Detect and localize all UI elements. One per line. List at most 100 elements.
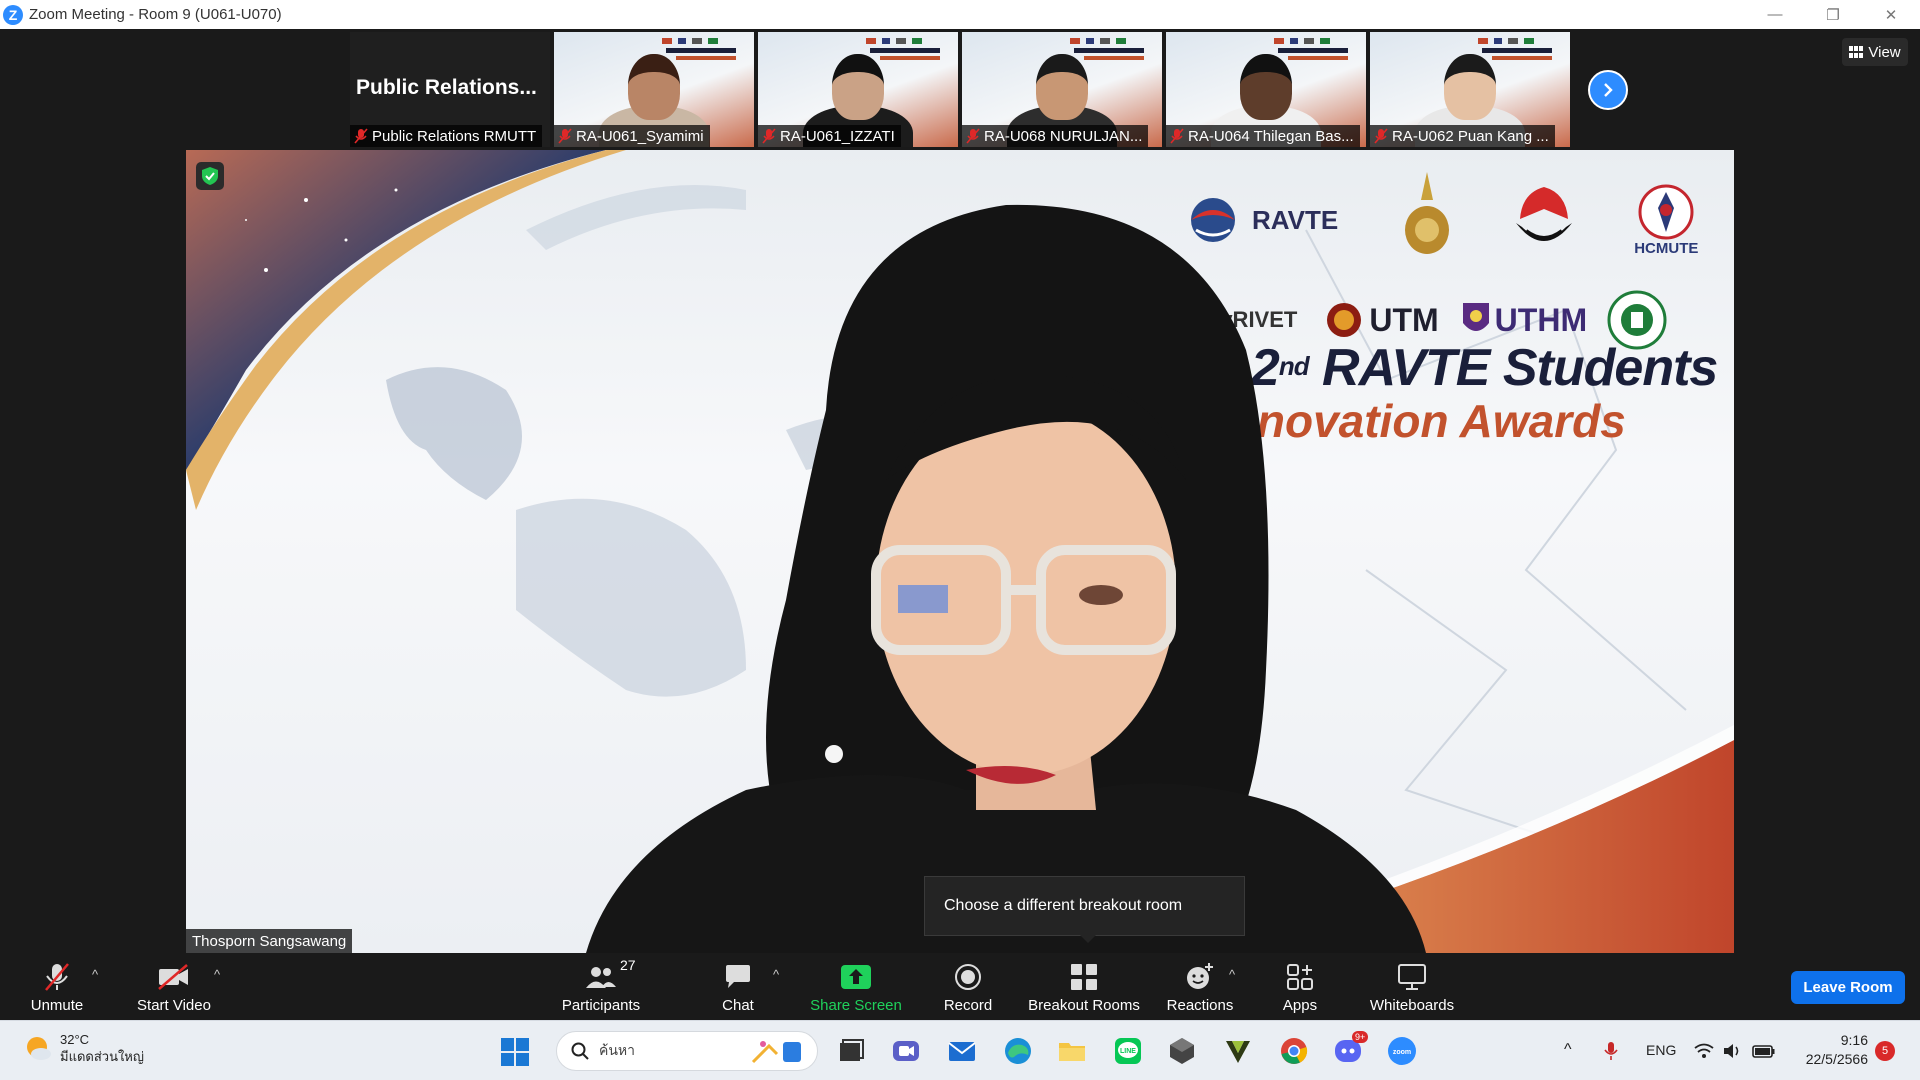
notification-badge[interactable]: 5	[1875, 1041, 1895, 1061]
apps-button[interactable]: Apps	[1278, 955, 1322, 1020]
share-screen-button[interactable]: Share Screen	[808, 955, 904, 1020]
share-screen-icon	[841, 965, 871, 989]
close-button[interactable]: ✕	[1862, 0, 1920, 29]
speaker-name-label: Thosporn Sangsawang	[186, 929, 353, 953]
zoom-logo-icon: Z	[3, 4, 23, 25]
meeting-toolbar: Unmute ^ Start Video ^ 27 Participants C…	[0, 955, 1920, 1020]
event-banner-mini-icon	[1274, 38, 1348, 60]
video-options-caret[interactable]: ^	[214, 967, 220, 982]
window-title: Zoom Meeting - Room 9 (U061-U070)	[29, 6, 282, 23]
participant-count: 27	[620, 957, 636, 973]
windows-start-icon[interactable]	[500, 1037, 530, 1067]
mic-muted-icon	[45, 963, 69, 991]
start-video-button[interactable]: Start Video	[132, 955, 216, 1020]
svg-text:LINE: LINE	[1120, 1048, 1136, 1055]
participant-head	[628, 54, 680, 120]
event-banner-mini-icon	[662, 38, 736, 60]
restore-button[interactable]: ❐	[1804, 0, 1862, 29]
windows-taskbar: 32°C มีแดดส่วนใหญ่ ค้นหา LINE 9+ zoom ^ …	[0, 1020, 1920, 1080]
search-icon	[571, 1042, 589, 1060]
weather-desc: มีแดดส่วนใหญ่	[60, 1049, 144, 1064]
line-app-icon[interactable]: LINE	[1112, 1035, 1144, 1067]
event-banner-mini-icon	[1478, 38, 1552, 60]
zoom-app-icon[interactable]: zoom	[1386, 1035, 1418, 1067]
clock-time: 9:16	[1840, 1032, 1868, 1048]
participant-name-label: RA-U064 Thilegan Bas...	[1166, 125, 1360, 147]
mic-muted-icon	[1170, 128, 1184, 144]
chevron-right-icon	[1604, 83, 1613, 97]
encryption-shield-icon[interactable]	[196, 162, 224, 190]
participant-tile[interactable]: RA-U064 Thilegan Bas...	[1166, 32, 1366, 147]
participant-tile-pr[interactable]: Public Relations... Public Relations RMU…	[350, 32, 550, 147]
language-indicator[interactable]: ENG	[1646, 1042, 1676, 1058]
meet-app-icon[interactable]	[890, 1035, 922, 1067]
weather-widget[interactable]: 32°C มีแดดส่วนใหญ่	[24, 1031, 144, 1065]
tray-overflow-caret[interactable]: ^	[1564, 1041, 1572, 1059]
edge-browser-icon[interactable]	[1002, 1035, 1034, 1067]
record-button[interactable]: Record	[940, 955, 996, 1020]
volume-icon[interactable]	[1722, 1043, 1742, 1059]
search-highlight-icon	[751, 1041, 801, 1064]
participant-name-label: Public Relations RMUTT	[350, 125, 543, 147]
shield-check-icon	[202, 167, 218, 185]
microphone-icon[interactable]	[1603, 1041, 1619, 1061]
next-page-button[interactable]	[1588, 70, 1628, 110]
participant-head	[832, 54, 884, 120]
taskbar-search[interactable]: ค้นหา	[556, 1031, 818, 1071]
mail-app-icon[interactable]	[946, 1035, 978, 1067]
partly-sunny-icon	[27, 1037, 51, 1060]
grid-icon	[1849, 46, 1864, 58]
speaker-figure	[586, 204, 1426, 953]
dark-app-icon[interactable]	[1166, 1035, 1198, 1067]
leave-room-button[interactable]: Leave Room	[1791, 971, 1905, 1004]
zoom-window: Z Zoom Meeting - Room 9 (U061-U070) — ❐ …	[0, 0, 1920, 1080]
reactions-icon	[1187, 963, 1213, 989]
pr-tile-title: Public Relations...	[356, 76, 537, 99]
participant-name-label: RA-U062 Puan Kang ...	[1370, 125, 1555, 147]
participant-name-label: RA-U068 NURULJAN...	[962, 125, 1149, 147]
breakout-rooms-icon	[1071, 964, 1097, 990]
title-bar: Z Zoom Meeting - Room 9 (U061-U070) — ❐ …	[0, 0, 1920, 29]
chat-button[interactable]: Chat	[715, 955, 761, 1020]
unmute-button[interactable]: Unmute	[20, 955, 94, 1020]
video-off-icon	[158, 964, 188, 990]
vectorworks-icon[interactable]	[1222, 1035, 1254, 1067]
audio-options-caret[interactable]: ^	[92, 967, 98, 982]
taskbar-clock[interactable]: 9:16 22/5/2566	[1794, 1031, 1868, 1069]
participant-tile[interactable]: RA-U061_Syamimi	[554, 32, 754, 147]
main-speaker-video[interactable]: RAVTE HCMUTE MyRIVET UTM UTHM The 2nd RA…	[186, 150, 1734, 953]
reactions-options-caret[interactable]: ^	[1229, 967, 1235, 982]
breakout-rooms-button[interactable]: Breakout Rooms	[1026, 955, 1142, 1020]
wifi-icon[interactable]	[1694, 1043, 1714, 1059]
mic-muted-icon	[354, 128, 368, 144]
reactions-button[interactable]: Reactions	[1164, 955, 1236, 1020]
participants-icon	[586, 967, 616, 988]
participant-head	[1444, 54, 1496, 120]
participant-head	[1036, 54, 1088, 120]
participant-name-label: RA-U061_IZZATI	[758, 125, 901, 147]
record-icon	[955, 964, 981, 990]
mic-muted-icon	[966, 128, 980, 144]
chat-options-caret[interactable]: ^	[773, 967, 779, 982]
discord-app[interactable]: 9+	[1332, 1031, 1369, 1067]
participant-tile[interactable]: RA-U061_IZZATI	[758, 32, 958, 147]
battery-icon[interactable]	[1752, 1043, 1776, 1059]
participant-name-label: RA-U061_Syamimi	[554, 125, 710, 147]
breakout-tooltip: Choose a different breakout room	[924, 876, 1245, 943]
chrome-browser-icon[interactable]	[1278, 1035, 1310, 1067]
svg-text:zoom: zoom	[1393, 1049, 1411, 1056]
participant-tile[interactable]: RA-U062 Puan Kang ...	[1370, 32, 1570, 147]
mic-muted-icon	[1374, 128, 1388, 144]
minimize-button[interactable]: —	[1746, 0, 1804, 29]
participants-button[interactable]: 27 Participants	[558, 955, 644, 1020]
discord-badge: 9+	[1352, 1031, 1369, 1043]
event-banner-mini-icon	[1070, 38, 1144, 60]
window-controls: — ❐ ✕	[1746, 0, 1920, 29]
file-explorer-icon[interactable]	[1056, 1035, 1088, 1067]
event-banner-mini-icon	[866, 38, 940, 60]
view-button[interactable]: View	[1842, 38, 1908, 66]
whiteboards-button[interactable]: Whiteboards	[1366, 955, 1458, 1020]
participant-tile[interactable]: RA-U068 NURULJAN...	[962, 32, 1162, 147]
weather-temp: 32°C	[60, 1032, 90, 1047]
task-view-icon[interactable]	[834, 1035, 866, 1067]
